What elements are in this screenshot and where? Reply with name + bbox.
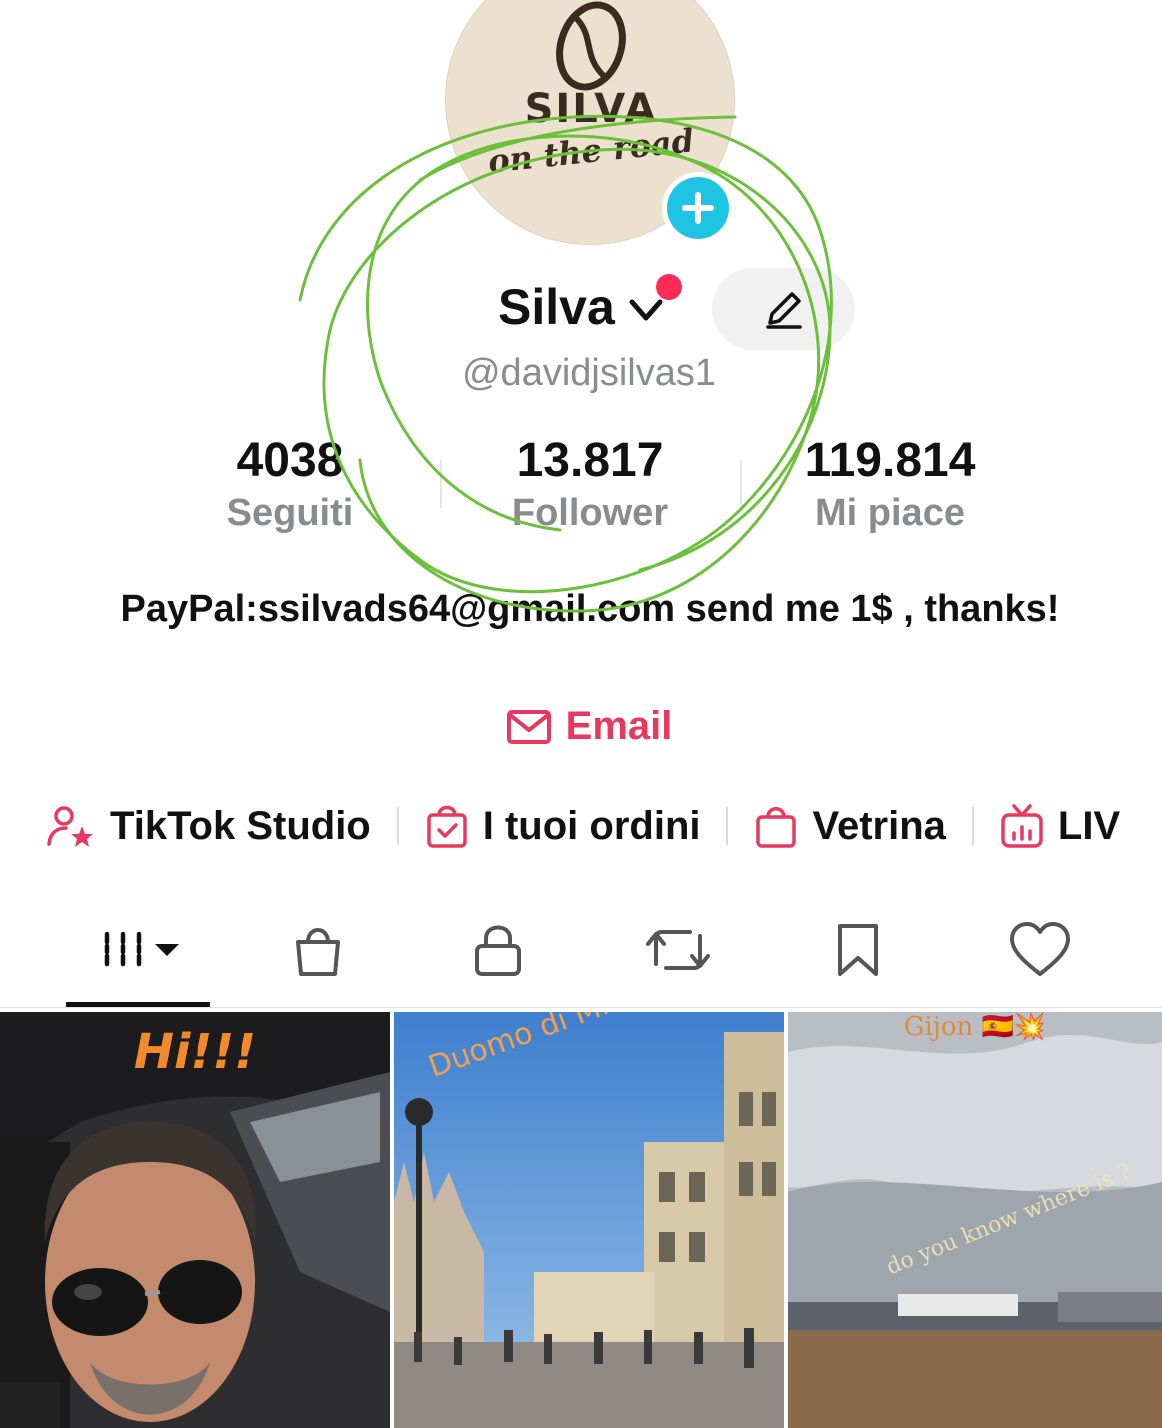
bookmark-icon — [838, 924, 878, 976]
edit-profile-button[interactable] — [712, 268, 855, 350]
lock-icon — [475, 925, 521, 976]
shortcut-divider — [396, 807, 399, 845]
add-avatar-button[interactable] — [662, 172, 734, 244]
tab-liked[interactable] — [990, 905, 1090, 995]
dropdown-caret-icon — [155, 944, 179, 956]
tab-reposts[interactable] — [628, 905, 728, 995]
stat-following[interactable]: 4038 Seguiti — [140, 432, 440, 536]
tab-videos[interactable] — [88, 905, 198, 995]
video-thumbnail[interactable]: Gijon 🇪🇸💥 do you know where is ? — [788, 1012, 1162, 1428]
stat-followers[interactable]: 13.817 Follower — [440, 432, 740, 536]
video-caption: Hi!!! — [133, 1024, 257, 1080]
pencil-icon — [765, 292, 802, 329]
shortcut-showcase[interactable]: Vetrina — [754, 803, 946, 849]
tab-shop[interactable] — [268, 905, 368, 995]
person-star-icon — [47, 806, 93, 847]
shortcut-label: TikTok Studio — [110, 803, 371, 848]
plus-icon — [682, 192, 714, 224]
username: @davidjsilvas1 — [461, 352, 716, 394]
display-name[interactable]: Silva — [498, 278, 615, 336]
video-thumbnail[interactable]: Hi!!! — [0, 1012, 390, 1428]
repost-icon — [646, 930, 710, 970]
shortcut-divider — [726, 807, 729, 845]
live-tv-icon — [1001, 804, 1043, 848]
tabs-divider — [0, 1007, 1162, 1008]
shortcut-label: LIV — [1057, 803, 1121, 848]
notification-dot — [656, 274, 682, 300]
chevron-down-icon[interactable] — [628, 296, 668, 326]
shortcut-label: I tuoi ordini — [482, 803, 701, 848]
stat-likes[interactable]: 119.814 Mi piace — [740, 432, 1040, 536]
envelope-icon — [506, 709, 551, 744]
stat-value: 4038 — [236, 434, 344, 487]
stat-value: 119.814 — [804, 434, 976, 487]
shortcut-divider — [971, 807, 974, 845]
stat-value: 13.817 — [516, 434, 664, 487]
stat-label: Follower — [511, 492, 669, 534]
stat-label: Mi piace — [815, 492, 965, 534]
stat-label: Seguiti — [226, 492, 354, 534]
shopping-bag-icon — [756, 807, 797, 848]
shortcut-tiktok-studio[interactable]: TikTok Studio — [46, 804, 371, 849]
bag-check-icon — [427, 805, 467, 848]
shortcut-live[interactable]: LIV — [1000, 803, 1120, 849]
grid-icon — [104, 931, 179, 967]
shortcut-orders[interactable]: I tuoi ordini — [425, 803, 701, 849]
heart-icon — [1010, 922, 1070, 976]
profile-bio: PayPal:ssilvads64@gmail.com send me 1$ ,… — [120, 588, 1060, 630]
tab-saved[interactable] — [808, 905, 908, 995]
bag-icon — [296, 928, 340, 976]
video-caption: Gijon 🇪🇸💥 — [903, 1012, 1047, 1042]
tab-private[interactable] — [448, 905, 548, 995]
video-thumbnail[interactable]: Duomo di Milano — [394, 1012, 784, 1428]
email-link[interactable]: Email — [0, 704, 1162, 749]
shortcut-bar: TikTok Studio I tuoi ordini Vetrina LIV — [46, 796, 1120, 856]
profile-tabs — [0, 905, 1162, 1005]
email-label: Email — [565, 704, 673, 748]
shortcut-label: Vetrina — [812, 803, 946, 848]
